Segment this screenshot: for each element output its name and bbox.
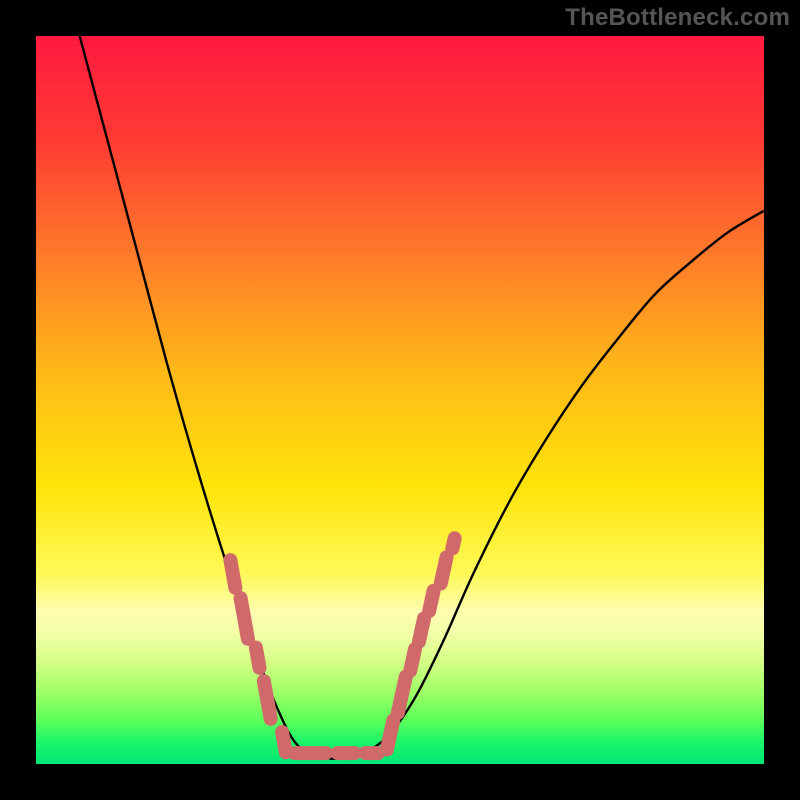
marker-left-0 xyxy=(230,560,235,588)
marker-left-1 xyxy=(241,598,248,639)
chart-root: TheBottleneck.com xyxy=(0,0,800,800)
marker-right-1 xyxy=(398,677,406,713)
marker-left-2 xyxy=(256,648,260,668)
marker-left-4 xyxy=(282,732,286,752)
marker-right-4 xyxy=(429,591,433,611)
marker-left-3 xyxy=(264,681,271,719)
plot-area xyxy=(36,36,764,764)
watermark-text: TheBottleneck.com xyxy=(565,4,790,32)
marker-ticks xyxy=(36,36,764,764)
marker-right-2 xyxy=(410,649,415,671)
marker-right-5 xyxy=(441,557,447,583)
marker-right-6 xyxy=(452,538,454,548)
marker-right-0 xyxy=(387,720,393,749)
marker-right-3 xyxy=(419,618,424,641)
